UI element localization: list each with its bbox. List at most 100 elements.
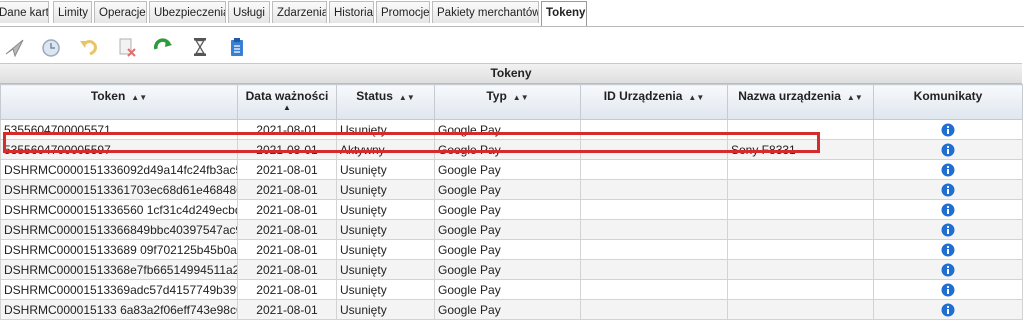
cell-type: Google Pay bbox=[434, 119, 581, 140]
table-row[interactable]: DSHRMC00001513361703ec68d61e468486cf3...… bbox=[0, 179, 1023, 200]
info-icon[interactable] bbox=[941, 183, 955, 197]
column-header-device-name[interactable]: Nazwa urządzenia ▲▼ bbox=[727, 84, 874, 120]
cell-token: 5355604700005597 bbox=[0, 139, 238, 160]
tab-dane-karty[interactable]: Dane karty bbox=[0, 1, 49, 23]
cell-token: DSHRMC00001513369adc57d4157749b39f93c... bbox=[0, 279, 238, 300]
sort-icon: ▲▼ bbox=[131, 93, 148, 102]
cell-type: Google Pay bbox=[434, 179, 581, 200]
table-row[interactable]: 5355604700005571 2021-08-01 Usunięty Google… bbox=[0, 119, 1023, 140]
cell-messages bbox=[873, 219, 1023, 240]
cell-device-id bbox=[580, 239, 728, 260]
cell-device-id bbox=[580, 219, 728, 240]
cell-device-id bbox=[580, 159, 728, 180]
cell-type: Google Pay bbox=[434, 239, 581, 260]
tab-zdarzenia[interactable]: Zdarzenia bbox=[272, 1, 327, 23]
info-icon[interactable] bbox=[941, 283, 955, 297]
table-row[interactable]: DSHRMC000015133689 09f702125b45b0a5425..… bbox=[0, 239, 1023, 260]
send-icon[interactable] bbox=[4, 36, 26, 58]
cell-status: Usunięty bbox=[336, 299, 435, 320]
cell-expiry: 2021-08-01 bbox=[237, 279, 337, 300]
cell-status: Usunięty bbox=[336, 219, 435, 240]
column-header-status[interactable]: Status ▲▼ bbox=[336, 84, 435, 120]
cell-expiry: 2021-08-01 bbox=[237, 179, 337, 200]
cell-type: Google Pay bbox=[434, 139, 581, 160]
cell-device-name bbox=[727, 179, 874, 200]
toolbar bbox=[0, 34, 1024, 62]
cancel-document-icon[interactable] bbox=[116, 36, 138, 58]
cell-expiry: 2021-08-01 bbox=[237, 299, 337, 320]
cell-messages bbox=[873, 159, 1023, 180]
cell-expiry: 2021-08-01 bbox=[237, 119, 337, 140]
cell-messages bbox=[873, 239, 1023, 260]
cell-type: Google Pay bbox=[434, 199, 581, 220]
cell-device-name bbox=[727, 299, 874, 320]
info-icon[interactable] bbox=[941, 203, 955, 217]
table-row[interactable]: DSHRMC00001513369adc57d4157749b39f93c...… bbox=[0, 279, 1023, 300]
info-icon[interactable] bbox=[941, 143, 955, 157]
cell-device-name: Sony F8331 bbox=[727, 139, 874, 160]
cell-type: Google Pay bbox=[434, 259, 581, 280]
cell-type: Google Pay bbox=[434, 159, 581, 180]
column-header-device-id[interactable]: ID Urządzenia ▲▼ bbox=[580, 84, 728, 120]
cell-device-name bbox=[727, 259, 874, 280]
cell-status: Usunięty bbox=[336, 239, 435, 260]
cell-messages bbox=[873, 279, 1023, 300]
tab-promocje[interactable]: Promocje bbox=[376, 1, 430, 23]
info-icon[interactable] bbox=[941, 123, 955, 137]
cell-token: DSHRMC000015133689 09f702125b45b0a5425..… bbox=[0, 239, 238, 260]
cell-token: DSHRMC00001513366849bbc40397547ac921b... bbox=[0, 219, 238, 240]
info-icon[interactable] bbox=[941, 243, 955, 257]
tab-uslugi[interactable]: Usługi bbox=[228, 1, 270, 23]
table-row[interactable]: DSHRMC0000151336092d49a14fc24fb3ac500...… bbox=[0, 159, 1023, 180]
cell-token: 5355604700005571 bbox=[0, 119, 238, 140]
cell-device-id bbox=[580, 179, 728, 200]
sort-ascending-icon: ▲ bbox=[283, 103, 291, 112]
cell-device-id bbox=[580, 119, 728, 140]
column-header-token[interactable]: Token ▲▼ bbox=[0, 84, 238, 120]
tab-bar: Dane karty Limity Operacje Ubezpieczenia… bbox=[0, 0, 1024, 27]
info-icon[interactable] bbox=[941, 223, 955, 237]
refresh-icon[interactable] bbox=[152, 36, 174, 58]
cell-messages bbox=[873, 199, 1023, 220]
undo-icon[interactable] bbox=[78, 36, 100, 58]
tab-ubezpieczenia[interactable]: Ubezpieczenia bbox=[149, 1, 226, 23]
table-row[interactable]: 5355604700005597 2021-08-01 Aktywny Google … bbox=[0, 139, 1023, 160]
tab-pakiety-merchantow[interactable]: Pakiety merchantów bbox=[432, 1, 539, 23]
table-row[interactable]: DSHRMC00001513366849bbc40397547ac921b...… bbox=[0, 219, 1023, 240]
sort-icon: ▲▼ bbox=[688, 93, 705, 102]
tab-limity[interactable]: Limity bbox=[53, 1, 92, 23]
table-row[interactable]: DSHRMC00001513368e7fb66514994511a20e6...… bbox=[0, 259, 1023, 280]
column-header-expiry[interactable]: Data ważności ▲ bbox=[237, 84, 337, 120]
cell-type: Google Pay bbox=[434, 279, 581, 300]
cell-device-id bbox=[580, 279, 728, 300]
tab-operacje[interactable]: Operacje bbox=[94, 1, 147, 23]
grid-caption: Tokeny bbox=[0, 64, 1022, 84]
table-row[interactable]: DSHRMC000015133 6a83a2f06eff743e98c6d49.… bbox=[0, 299, 1023, 320]
cell-device-id bbox=[580, 259, 728, 280]
cell-token: DSHRMC0000151336560 1cf31c4d249ecbde09..… bbox=[0, 199, 238, 220]
info-icon[interactable] bbox=[941, 163, 955, 177]
hourglass-icon[interactable] bbox=[189, 36, 211, 58]
column-header-type[interactable]: Typ ▲▼ bbox=[434, 84, 581, 120]
column-header-messages: Komunikaty bbox=[873, 84, 1023, 120]
tokens-grid: Tokeny Token ▲▼ Data ważności ▲ Status ▲▼ T… bbox=[0, 63, 1023, 320]
cell-status: Usunięty bbox=[336, 279, 435, 300]
cell-messages bbox=[873, 119, 1023, 140]
cell-status: Usunięty bbox=[336, 179, 435, 200]
clipboard-icon[interactable] bbox=[226, 36, 248, 58]
cell-type: Google Pay bbox=[434, 219, 581, 240]
cell-device-id bbox=[580, 139, 728, 160]
cell-expiry: 2021-08-01 bbox=[237, 259, 337, 280]
tab-historia[interactable]: Historia bbox=[329, 1, 374, 23]
cell-status: Usunięty bbox=[336, 159, 435, 180]
tab-tokeny[interactable]: Tokeny bbox=[541, 1, 587, 26]
table-body: 5355604700005571 2021-08-01 Usunięty Google… bbox=[0, 119, 1023, 320]
sort-icon: ▲▼ bbox=[512, 93, 529, 102]
cell-expiry: 2021-08-01 bbox=[237, 219, 337, 240]
info-icon[interactable] bbox=[941, 303, 955, 317]
table-row[interactable]: DSHRMC0000151336560 1cf31c4d249ecbde09..… bbox=[0, 199, 1023, 220]
cell-status: Usunięty bbox=[336, 199, 435, 220]
sort-icon: ▲▼ bbox=[398, 93, 415, 102]
info-icon[interactable] bbox=[941, 263, 955, 277]
clock-icon[interactable] bbox=[40, 36, 62, 58]
